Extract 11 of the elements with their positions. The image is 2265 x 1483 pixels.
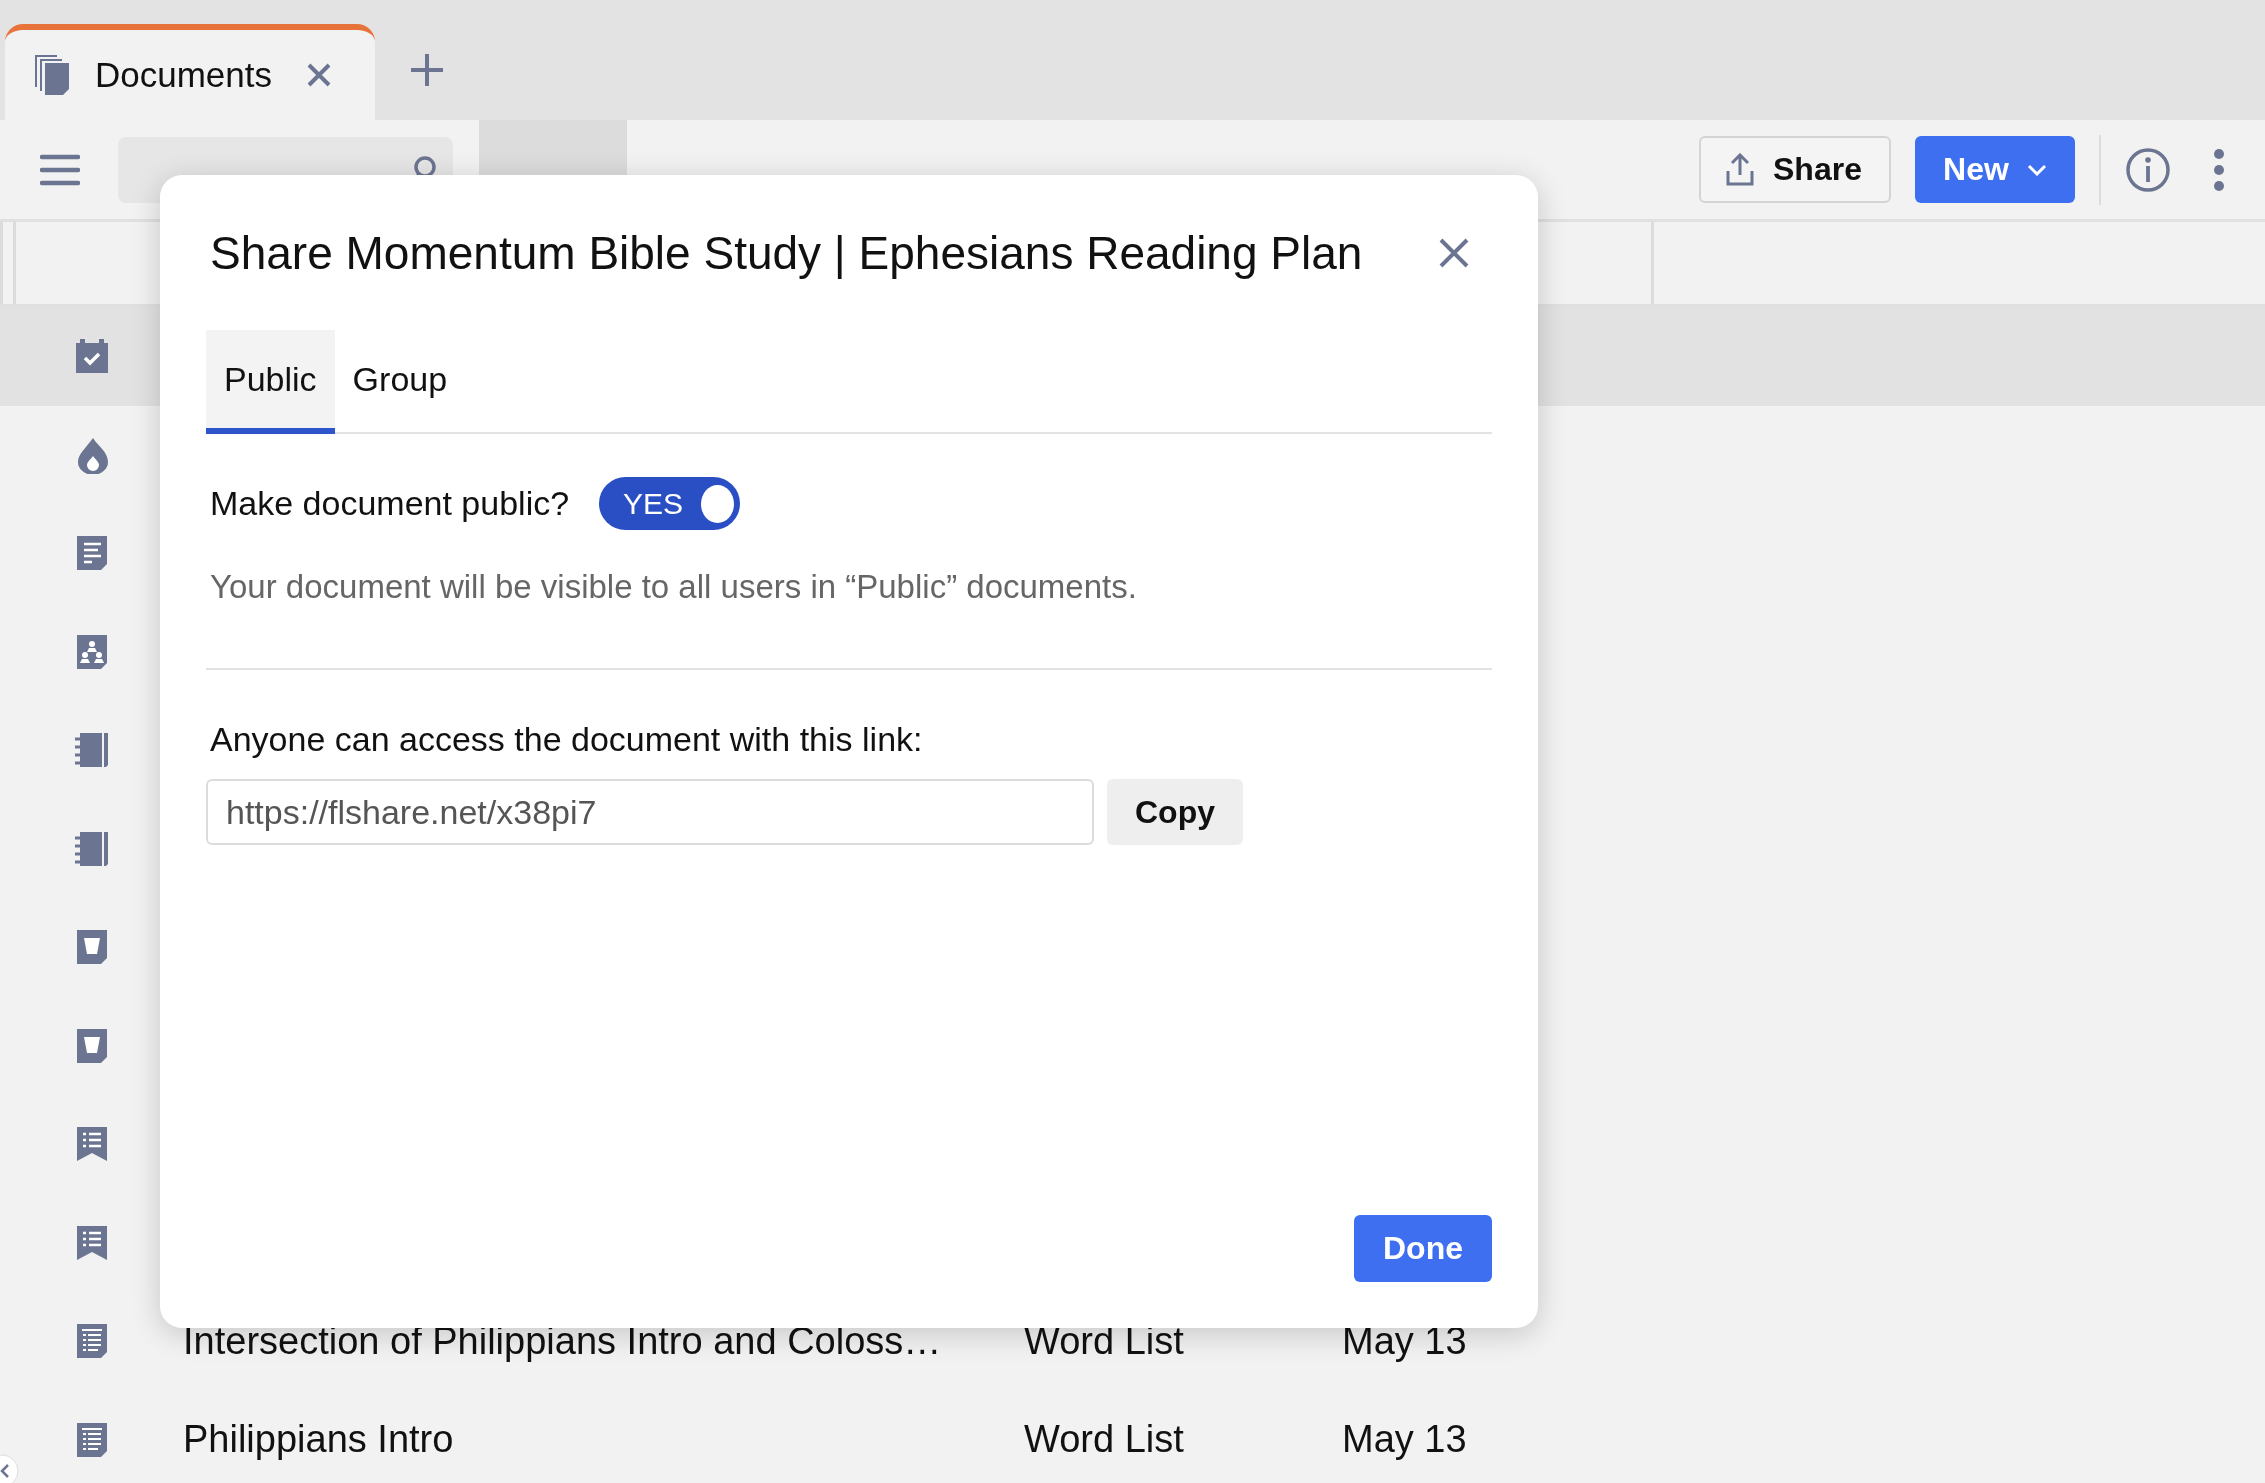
toggle-label: Make document public? — [210, 484, 570, 523]
document-name: Intersection of Philippians Intro and Coloss… — [183, 1319, 943, 1363]
tab-title: Documents — [95, 55, 273, 95]
dialog-title: Share Momentum Bible Study | Ephesians Reading Plan — [210, 225, 1363, 280]
description-text: Your document will be visible to all users in “Public” documents. — [209, 568, 1138, 606]
document-date: May 13 — [1342, 1319, 1467, 1363]
document-date: May 13 — [1342, 1418, 1467, 1462]
document-type: Word List — [1024, 1319, 1185, 1363]
document-name: Philippians Intro — [183, 1418, 455, 1462]
link-label: Anyone can access the document with this link: — [209, 720, 924, 759]
document-type: Word List — [1024, 1418, 1185, 1462]
